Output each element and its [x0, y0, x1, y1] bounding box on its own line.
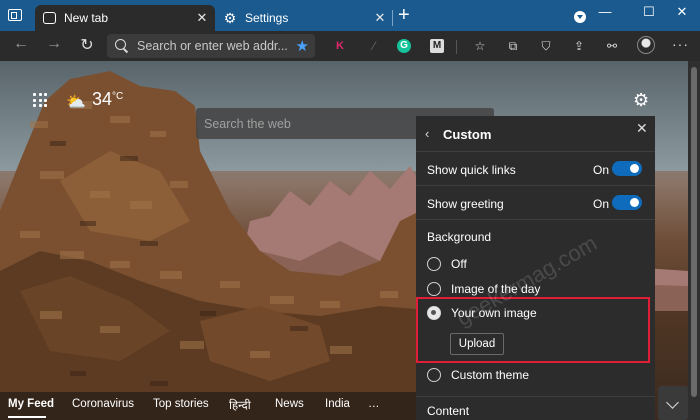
show-quick-links-toggle[interactable] — [612, 161, 642, 176]
extension-k-icon[interactable]: K — [333, 39, 347, 53]
close-icon[interactable]: ✕ — [636, 120, 648, 137]
extension-m-icon[interactable]: M — [430, 39, 444, 53]
tab-label: New tab — [64, 11, 109, 25]
new-tab-icon — [43, 12, 56, 24]
toolbar-divider — [456, 40, 457, 54]
background-option-custom-theme[interactable]: Custom theme — [427, 368, 529, 382]
show-greeting-label: Show greeting — [427, 197, 504, 211]
divider — [416, 396, 655, 397]
favorites-icon[interactable]: ☆ — [473, 39, 487, 53]
background-option-off[interactable]: Off — [427, 257, 467, 271]
profile-avatar[interactable] — [637, 36, 655, 54]
back-arrow-icon[interactable]: ← — [10, 35, 32, 53]
background-section-label: Background — [427, 230, 492, 244]
extension-disabled-icon[interactable]: ⁄ — [367, 39, 381, 53]
share-icon[interactable]: ⇪ — [572, 39, 586, 53]
maximize-icon[interactable]: ☐ — [639, 4, 659, 20]
annotation-highlight-box — [416, 297, 650, 363]
panel-header: ‹ Custom ✕ — [416, 116, 655, 152]
scrollbar-thumb[interactable] — [691, 67, 697, 397]
feed-navigation: My Feed Coronavirus Top stories हिन्दी N… — [0, 392, 416, 420]
address-bar[interactable]: Search or enter web addr... ★ — [107, 34, 315, 58]
browser-toolbar: ← → ↻ Search or enter web addr... ★ — [0, 31, 700, 61]
option-label: Custom theme — [451, 368, 530, 382]
tab-strip: New tab ✕ ⚙ Settings ✕ + — ☐ ✕ — [0, 0, 700, 31]
more-menu-icon[interactable]: ··· — [672, 36, 689, 52]
radio-button[interactable] — [427, 368, 441, 382]
close-tab-icon[interactable]: ✕ — [371, 10, 389, 26]
tab-label: Settings — [245, 11, 289, 25]
show-greeting-state: On — [593, 197, 610, 211]
show-greeting-toggle[interactable] — [612, 195, 642, 210]
feed-tab-news[interactable]: News — [275, 398, 304, 410]
close-tab-icon[interactable]: ✕ — [193, 10, 211, 26]
show-greeting-row: Show greeting On — [416, 186, 655, 220]
new-tab-button[interactable]: + — [398, 5, 410, 25]
page-settings-gear-icon[interactable]: ⚙ — [633, 90, 649, 111]
gear-icon: ⚙ — [223, 10, 237, 26]
app-launcher-icon[interactable] — [33, 93, 47, 107]
show-quick-links-state: On — [593, 163, 610, 177]
tab-actions-icon[interactable] — [8, 9, 22, 21]
tab-settings[interactable]: ⚙ Settings ✕ — [215, 5, 393, 31]
minimize-icon[interactable]: — — [595, 4, 615, 19]
weather-partly-cloudy-icon[interactable]: ⛅ — [66, 92, 86, 112]
tab-new-tab[interactable]: New tab ✕ — [35, 5, 215, 31]
favorite-star-icon[interactable]: ★ — [296, 37, 309, 55]
feed-more-button[interactable]: … — [368, 398, 380, 410]
active-tab-underline — [8, 416, 46, 418]
feed-tab-my-feed[interactable]: My Feed — [8, 398, 54, 410]
refresh-icon[interactable]: ↻ — [76, 35, 98, 55]
feed-tab-india[interactable]: India — [325, 398, 350, 410]
close-window-icon[interactable]: ✕ — [672, 4, 692, 20]
browser-essentials-icon[interactable]: ⛉ — [539, 39, 553, 53]
address-input[interactable]: Search or enter web addr... — [137, 39, 296, 53]
radio-button[interactable] — [427, 282, 441, 296]
temperature[interactable]: 34°C — [92, 89, 123, 110]
panel-title: Custom — [443, 127, 492, 142]
feed-tab-hindi[interactable]: हिन्दी — [229, 398, 251, 413]
collections-icon[interactable]: ⧉ — [506, 39, 520, 53]
back-chevron-icon[interactable]: ‹ — [425, 126, 429, 141]
chevron-down-icon[interactable] — [574, 11, 586, 23]
grammarly-icon[interactable]: G — [397, 39, 411, 53]
show-quick-links-row: Show quick links On — [416, 152, 655, 186]
search-icon — [115, 39, 129, 53]
scroll-down-chevron-icon[interactable] — [658, 386, 688, 420]
option-label: Off — [451, 257, 467, 271]
radio-button[interactable] — [427, 257, 441, 271]
extensions-icon[interactable]: ⚯ — [605, 39, 619, 53]
forward-arrow-icon[interactable]: → — [43, 35, 65, 53]
page-scrollbar[interactable] — [688, 61, 700, 420]
content-section-label: Content — [427, 404, 470, 418]
tab-divider — [392, 10, 393, 26]
show-quick-links-label: Show quick links — [427, 163, 516, 177]
feed-tab-top-stories[interactable]: Top stories — [153, 398, 209, 410]
feed-tab-coronavirus[interactable]: Coronavirus — [72, 398, 134, 410]
